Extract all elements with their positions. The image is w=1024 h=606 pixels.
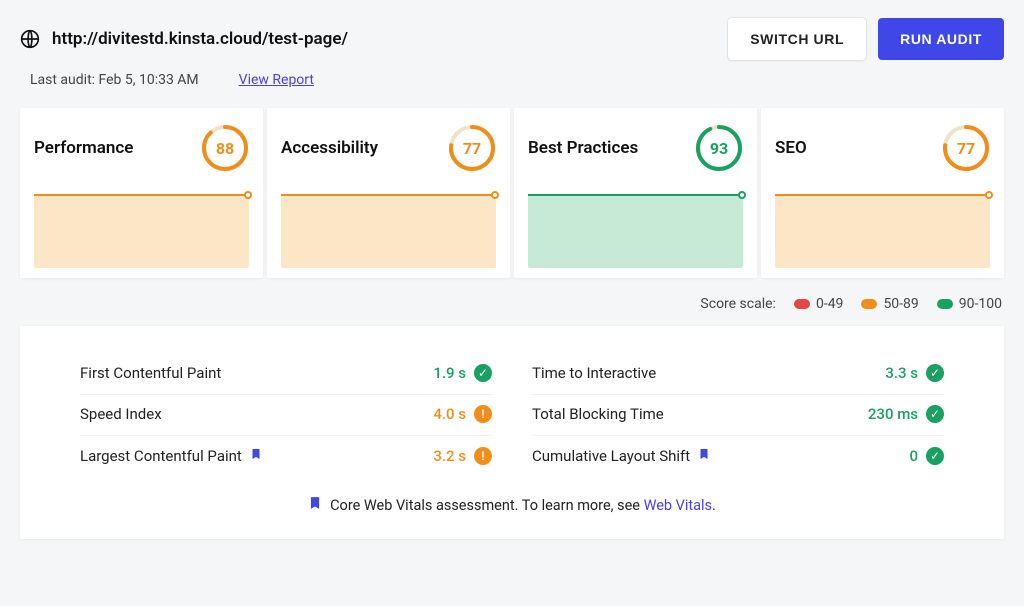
score-card-performance[interactable]: Performance 88 bbox=[20, 108, 263, 278]
metrics-panel: First Contentful Paint 1.9 s ✓ Time to I… bbox=[20, 326, 1004, 539]
metric-cumulative-layout-shift: Cumulative Layout Shift 0 ✓ bbox=[532, 436, 944, 477]
core-web-vitals-note: Core Web Vitals assessment. To learn mor… bbox=[80, 477, 944, 515]
card-title: SEO bbox=[775, 138, 807, 158]
audit-url: http://divitestd.kinsta.cloud/test-page/ bbox=[52, 29, 716, 49]
trend-sparkline bbox=[528, 194, 743, 268]
scale-green: 90-100 bbox=[937, 296, 1002, 312]
card-title: Best Practices bbox=[528, 138, 638, 158]
metric-label: Cumulative Layout Shift bbox=[532, 446, 710, 465]
metric-value: 0 ✓ bbox=[909, 447, 944, 465]
run-audit-button[interactable]: RUN AUDIT bbox=[878, 18, 1004, 60]
switch-url-button[interactable]: SWITCH URL bbox=[728, 18, 866, 60]
metric-label: First Contentful Paint bbox=[80, 364, 221, 382]
score-scale-label: Score scale: bbox=[700, 296, 776, 312]
score-gauge: 77 bbox=[942, 124, 990, 172]
metric-value: 230 ms ✓ bbox=[868, 405, 944, 423]
metric-label: Speed Index bbox=[80, 405, 162, 423]
metric-value: 4.0 s ! bbox=[433, 405, 492, 423]
metric-time-to-interactive: Time to Interactive 3.3 s ✓ bbox=[532, 354, 944, 395]
score-gauge: 88 bbox=[201, 124, 249, 172]
globe-icon bbox=[20, 29, 40, 49]
metric-speed-index: Speed Index 4.0 s ! bbox=[80, 395, 492, 436]
score-card-best-practices[interactable]: Best Practices 93 bbox=[514, 108, 757, 278]
check-icon: ✓ bbox=[926, 447, 944, 465]
check-icon: ✓ bbox=[926, 405, 944, 423]
metric-largest-contentful-paint: Largest Contentful Paint 3.2 s ! bbox=[80, 436, 492, 477]
score-card-seo[interactable]: SEO 77 bbox=[761, 108, 1004, 278]
metric-value: 3.3 s ✓ bbox=[885, 364, 944, 382]
bookmark-icon bbox=[250, 446, 262, 465]
card-title: Performance bbox=[34, 138, 133, 158]
trend-sparkline bbox=[34, 194, 249, 268]
card-title: Accessibility bbox=[281, 138, 378, 158]
bookmark-icon bbox=[308, 495, 322, 515]
warn-icon: ! bbox=[474, 447, 492, 465]
score-card-accessibility[interactable]: Accessibility 77 bbox=[267, 108, 510, 278]
warn-icon: ! bbox=[474, 405, 492, 423]
trend-sparkline bbox=[775, 194, 990, 268]
last-audit-text: Last audit: Feb 5, 10:33 AM bbox=[30, 72, 199, 88]
view-report-link[interactable]: View Report bbox=[239, 72, 314, 88]
trend-sparkline bbox=[281, 194, 496, 268]
web-vitals-link[interactable]: Web Vitals bbox=[644, 497, 712, 514]
score-gauge: 93 bbox=[695, 124, 743, 172]
score-gauge: 77 bbox=[448, 124, 496, 172]
check-icon: ✓ bbox=[926, 364, 944, 382]
check-icon: ✓ bbox=[474, 364, 492, 382]
metric-value: 1.9 s ✓ bbox=[433, 364, 492, 382]
metric-first-contentful-paint: First Contentful Paint 1.9 s ✓ bbox=[80, 354, 492, 395]
metric-label: Total Blocking Time bbox=[532, 405, 664, 423]
scale-red: 0-49 bbox=[794, 296, 843, 312]
metric-label: Time to Interactive bbox=[532, 364, 656, 382]
metric-value: 3.2 s ! bbox=[433, 447, 492, 465]
metric-total-blocking-time: Total Blocking Time 230 ms ✓ bbox=[532, 395, 944, 436]
bookmark-icon bbox=[698, 446, 710, 465]
scale-orange: 50-89 bbox=[861, 296, 918, 312]
metric-label: Largest Contentful Paint bbox=[80, 446, 262, 465]
